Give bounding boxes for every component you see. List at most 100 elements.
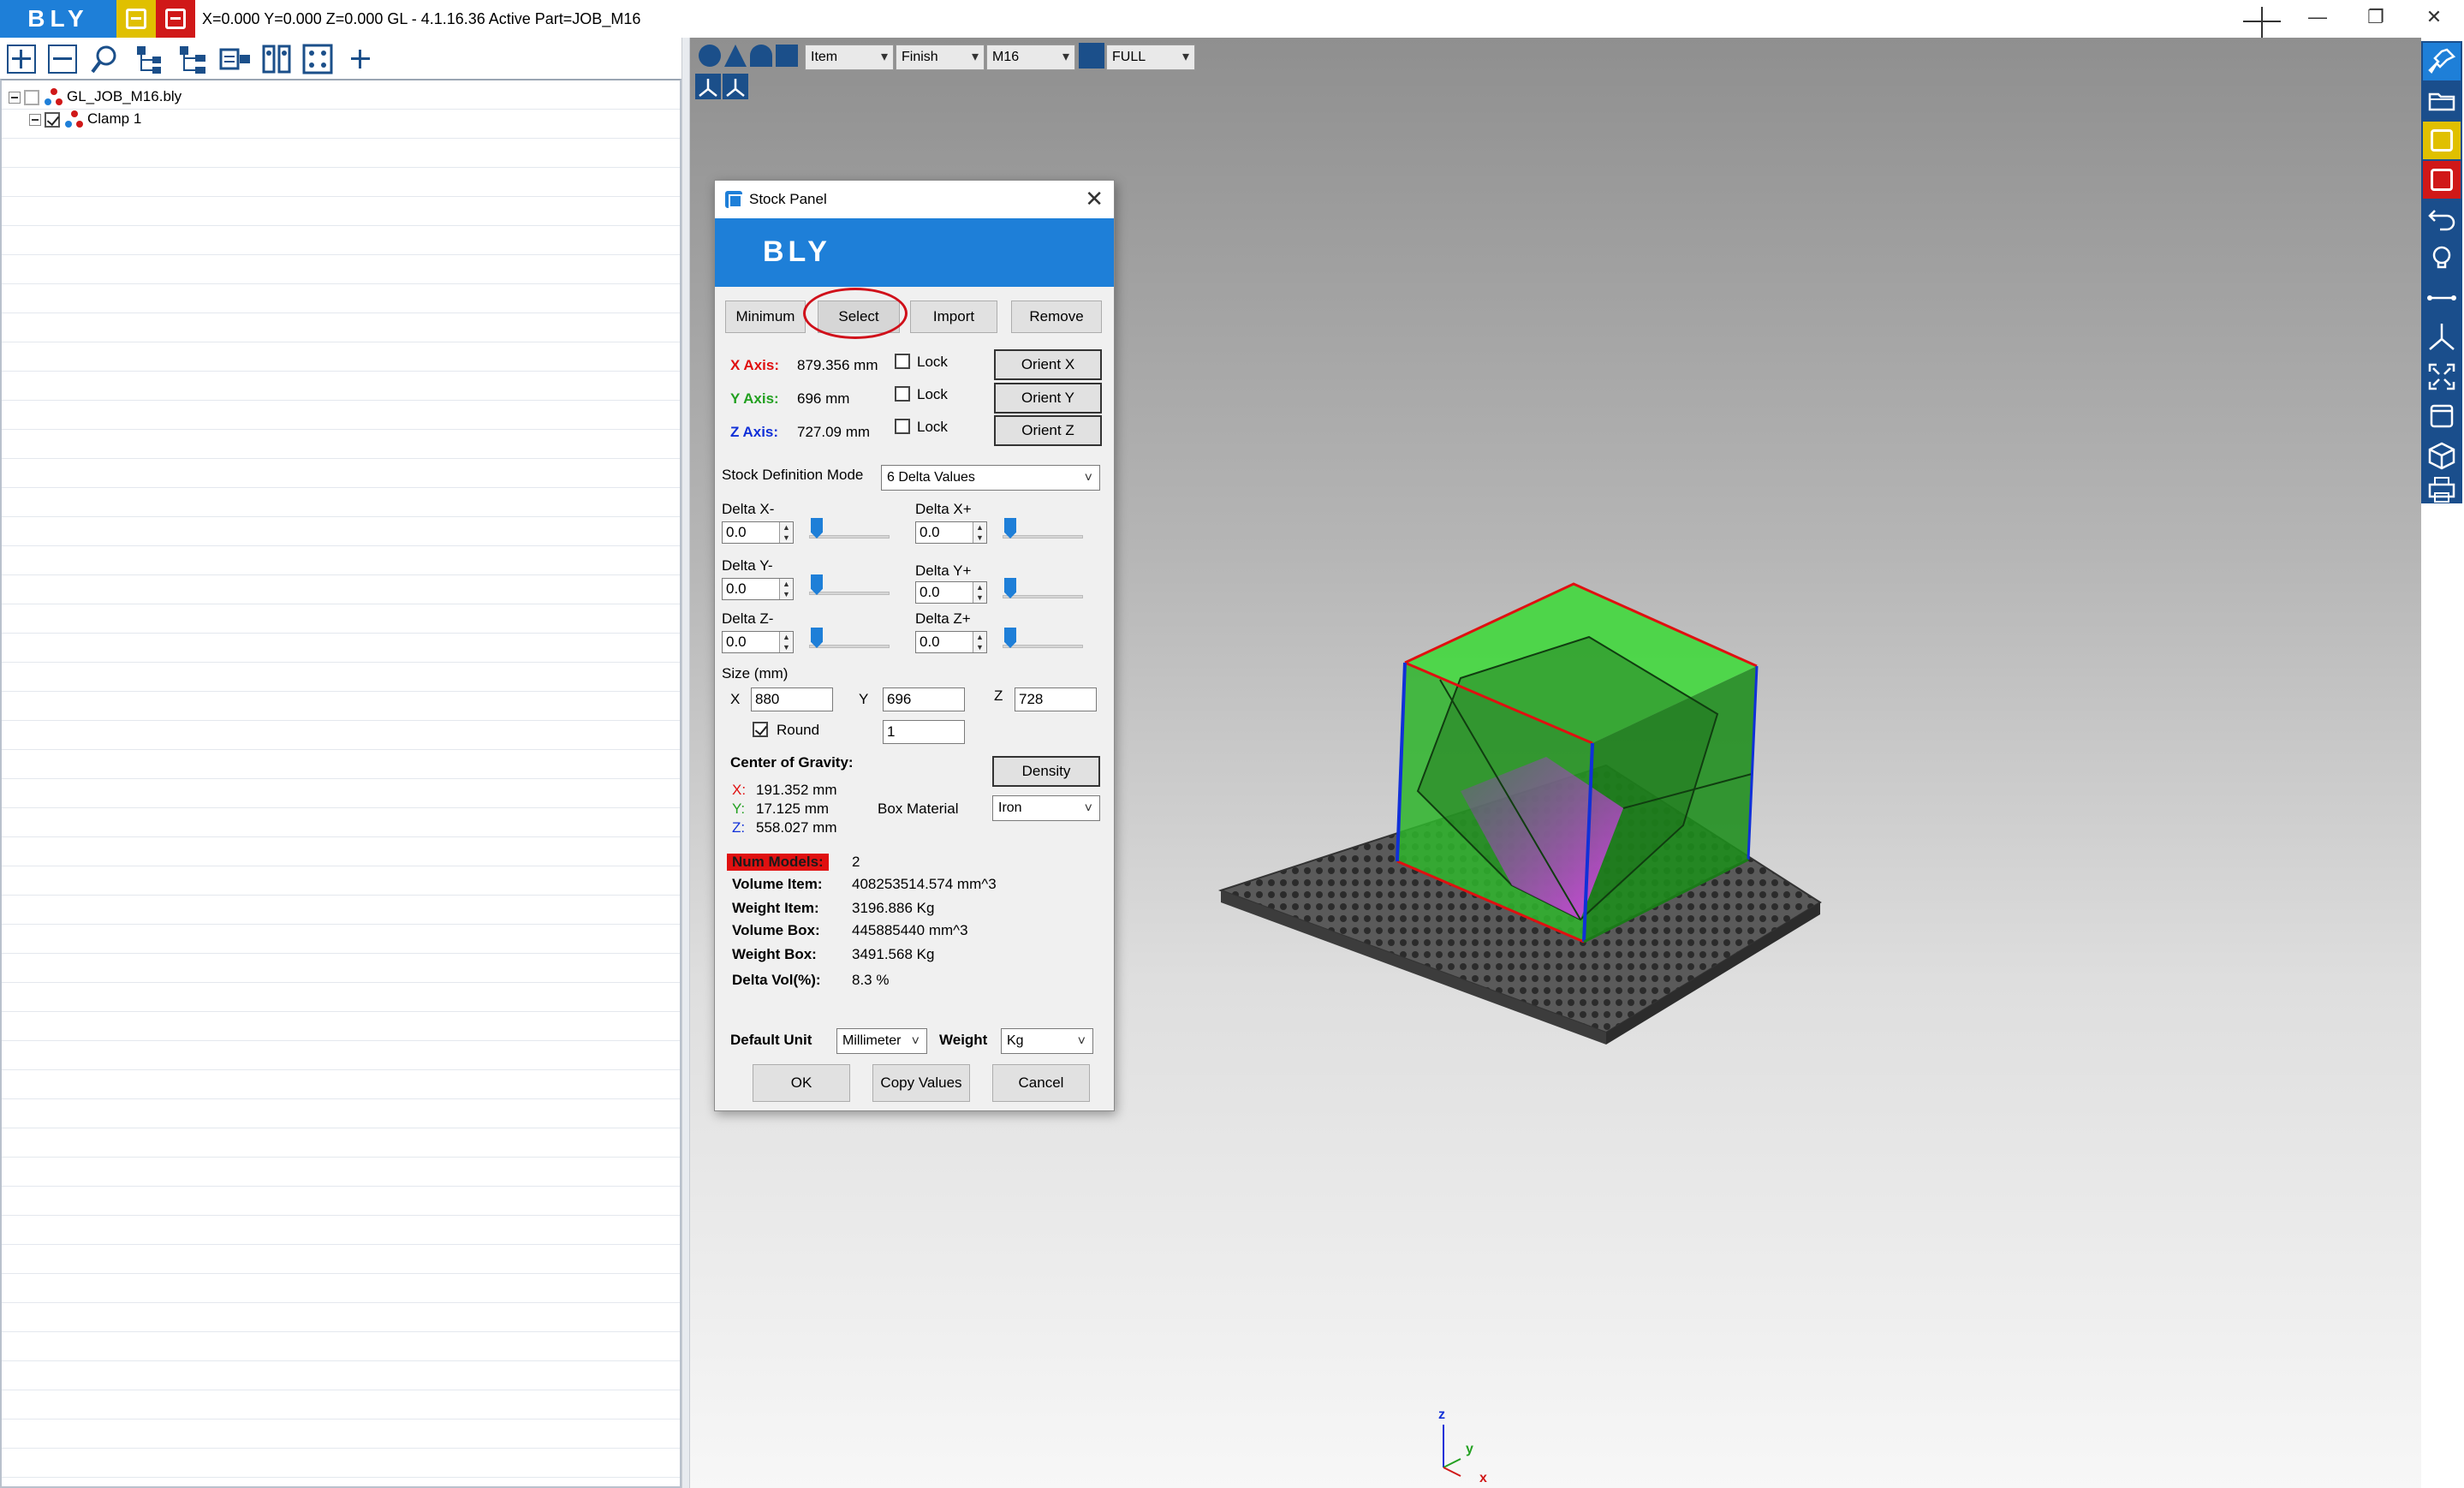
delta-y-minus-slider[interactable] — [809, 571, 890, 602]
delta-z-minus-slider[interactable] — [809, 624, 890, 655]
round-checkbox[interactable] — [753, 722, 768, 737]
restore-button[interactable]: ❐ — [2348, 0, 2404, 38]
cog-label: Center of Gravity: — [730, 754, 854, 771]
tree-checkbox[interactable] — [45, 111, 60, 128]
delta-x-plus-label: Delta X+ — [915, 501, 972, 517]
delta-x-plus-input[interactable]: 0.0 ▲ ▼ — [915, 521, 987, 544]
expand-all-icon[interactable] — [5, 43, 38, 75]
delta-vol-value: 8.3 % — [852, 972, 890, 988]
expand-icon[interactable] — [29, 113, 41, 126]
add-icon[interactable] — [344, 43, 377, 75]
box-material-combo[interactable]: Iron — [992, 795, 1100, 821]
red-stock-icon[interactable] — [156, 0, 195, 38]
round-label: Round — [777, 722, 820, 738]
close-button[interactable]: ✕ — [2406, 0, 2462, 38]
cube-icon[interactable] — [2423, 437, 2461, 474]
minimum-button[interactable]: Minimum — [725, 301, 806, 333]
dialog-close-icon[interactable]: ✕ — [1085, 186, 1104, 211]
x-lock-checkbox[interactable] — [895, 354, 910, 369]
tree-item-job[interactable]: GL_JOB_M16.bly — [9, 86, 182, 108]
size-x-input[interactable]: 880 — [751, 687, 833, 711]
round-input[interactable]: 1 — [883, 720, 965, 744]
collapse-icon[interactable] — [9, 91, 21, 104]
pin-icon[interactable] — [2423, 43, 2461, 80]
orient-x-button[interactable]: Orient X — [994, 349, 1102, 380]
open-folder-icon[interactable] — [2423, 82, 2461, 120]
size-y-label: Y — [859, 691, 869, 707]
import-button[interactable]: Import — [910, 301, 997, 333]
yellow-stock-button[interactable] — [2423, 122, 2461, 159]
box-material-label: Box Material — [878, 801, 959, 817]
delta-z-minus-input[interactable]: 0.0 ▲ ▼ — [722, 631, 794, 653]
bly-logo[interactable]: BLY — [0, 0, 116, 38]
volume-item-value: 408253514.574 mm^3 — [852, 876, 997, 892]
tree-item-label: Clamp 1 — [87, 110, 142, 127]
users-icon[interactable] — [260, 43, 293, 75]
tree-checkbox[interactable] — [24, 89, 39, 105]
remove-button[interactable]: Remove — [1011, 301, 1102, 333]
measure-icon[interactable] — [2423, 279, 2461, 317]
title-bar: BLY X=0.000 Y=0.000 Z=0.000 GL - 4.1.16.… — [0, 0, 2464, 38]
volume-box-value: 445885440 mm^3 — [852, 922, 968, 938]
component-icon[interactable] — [217, 43, 250, 75]
size-z-input[interactable]: 728 — [1015, 687, 1097, 711]
dialog-title-bar[interactable]: Stock Panel ✕ — [715, 181, 1114, 218]
delta-y-plus-slider[interactable] — [1003, 574, 1083, 605]
delta-x-minus-label: Delta X- — [722, 501, 775, 517]
density-button[interactable]: Density — [992, 756, 1100, 787]
delta-z-minus-label: Delta Z- — [722, 610, 774, 627]
weight-item-value: 3196.886 Kg — [852, 900, 935, 916]
lightbulb-icon[interactable] — [2423, 240, 2461, 277]
stock-definition-combo[interactable]: 6 Delta Values — [881, 465, 1100, 491]
tree-item-label: GL_JOB_M16.bly — [67, 88, 182, 104]
weight-unit-label: Weight — [939, 1032, 988, 1048]
axis-x-label: x — [1479, 1471, 1487, 1485]
right-tool-strip — [2421, 41, 2462, 503]
ok-button[interactable]: OK — [753, 1064, 850, 1102]
search-icon[interactable] — [89, 43, 122, 75]
delta-z-plus-slider[interactable] — [1003, 624, 1083, 655]
fit-view-icon[interactable] — [2423, 358, 2461, 396]
delta-y-plus-label: Delta Y+ — [915, 562, 972, 579]
delta-y-plus-input[interactable]: 0.0 ▲ ▼ — [915, 581, 987, 604]
undo-icon[interactable] — [2423, 200, 2461, 238]
copy-values-button[interactable]: Copy Values — [872, 1064, 970, 1102]
window-view-icon[interactable] — [2423, 397, 2461, 435]
y-lock-checkbox[interactable] — [895, 386, 910, 402]
num-models-value: 2 — [852, 854, 860, 870]
axis-triad: z y x — [1435, 1399, 1503, 1488]
delta-x-minus-input[interactable]: 0.0 ▲ ▼ — [722, 521, 794, 544]
delta-x-plus-slider[interactable] — [1003, 515, 1083, 545]
x-lock-label: Lock — [917, 354, 948, 370]
delta-x-minus-slider[interactable] — [809, 515, 890, 545]
collapse-all-icon[interactable] — [46, 43, 79, 75]
orient-z-button[interactable]: Orient Z — [994, 415, 1102, 446]
z-axis-value: 727.09 mm — [797, 424, 871, 440]
red-stock-button[interactable] — [2423, 161, 2461, 199]
default-unit-combo[interactable]: Millimeter — [836, 1028, 927, 1054]
panel-splitter[interactable] — [681, 38, 690, 1488]
cog-x-label: X: — [732, 782, 747, 798]
delta-y-minus-input[interactable]: 0.0 ▲ ▼ — [722, 578, 794, 600]
select-frame-icon[interactable] — [301, 43, 334, 75]
delta-y-minus-label: Delta Y- — [722, 557, 773, 574]
size-y-input[interactable]: 696 — [883, 687, 965, 711]
cancel-button[interactable]: Cancel — [992, 1064, 1090, 1102]
delta-z-plus-input[interactable]: 0.0 ▲ ▼ — [915, 631, 987, 653]
printer-icon[interactable] — [2423, 476, 2461, 503]
orient-y-button[interactable]: Orient Y — [994, 383, 1102, 414]
hierarchy-icon[interactable] — [134, 43, 166, 75]
delta-vol-label: Delta Vol(%): — [732, 972, 821, 988]
z-lock-label: Lock — [917, 419, 948, 435]
volume-item-label: Volume Item: — [732, 876, 823, 892]
tree-view-icon[interactable] — [176, 43, 209, 75]
yellow-stock-icon[interactable] — [116, 0, 156, 38]
minimize-button[interactable]: — — [2289, 0, 2346, 38]
weight-unit-combo[interactable]: Kg — [1001, 1028, 1093, 1054]
z-lock-checkbox[interactable] — [895, 419, 910, 434]
axis-y-label: y — [1466, 1442, 1473, 1456]
tree-item-clamp[interactable]: Clamp 1 — [29, 108, 141, 130]
cog-x-value: 191.352 mm — [756, 782, 837, 798]
assembly-icon — [65, 110, 84, 129]
axis-icon[interactable] — [2423, 318, 2461, 356]
